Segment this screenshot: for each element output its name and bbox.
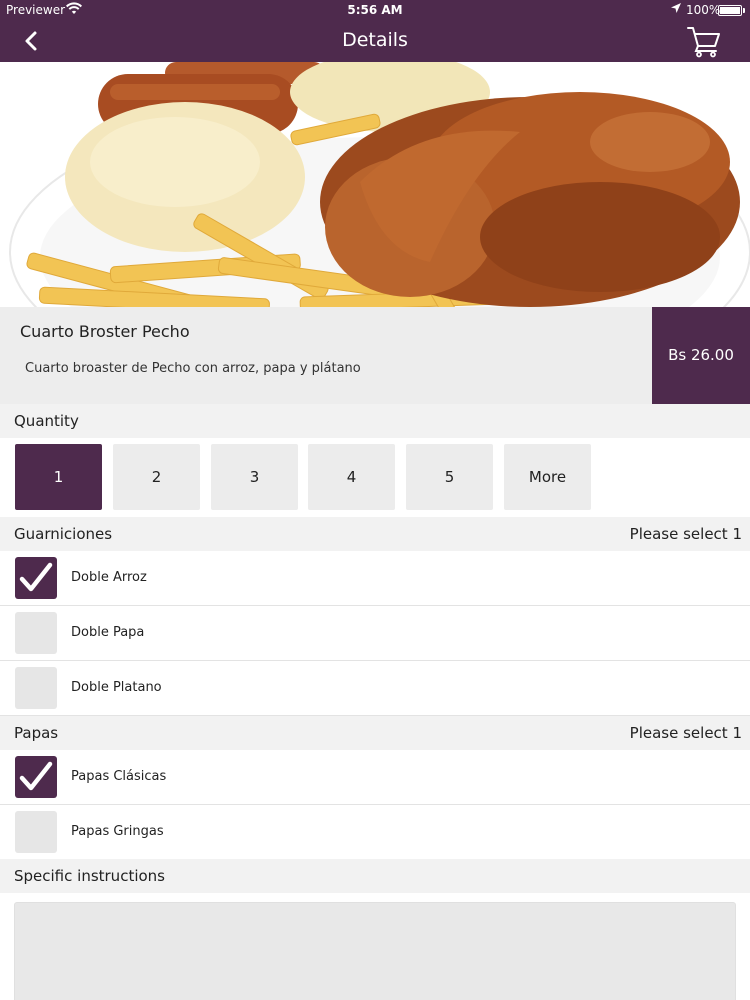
quantity-option-3[interactable]: 3 [211,444,298,510]
location-arrow-icon [670,2,682,17]
option-label: Doble Arroz [71,570,147,585]
battery-percent: 100% [686,3,721,17]
cart-button[interactable] [686,24,722,58]
checkmark-icon [19,562,53,592]
quantity-selector: 1 2 3 4 5 More [0,438,750,516]
nav-bar: Details [0,20,750,62]
cart-icon [687,27,720,58]
instructions-label: Specific instructions [14,867,165,885]
status-bar: Previewer 5:56 AM 100% [0,0,750,20]
product-price: Bs 26.00 [668,346,734,364]
price-badge: Bs 26.00 [652,307,750,404]
page-title: Details [342,29,408,51]
clock: 5:56 AM [347,3,403,17]
checkbox-papas-clasicas[interactable] [15,756,57,798]
option-doble-platano[interactable]: Doble Platano [0,661,750,716]
instructions-input[interactable] [14,902,736,1000]
quantity-option-more[interactable]: More [504,444,591,510]
option-doble-papa[interactable]: Doble Papa [0,606,750,661]
quantity-option-5[interactable]: 5 [406,444,493,510]
product-info: Cuarto Broster Pecho Cuarto broaster de … [0,307,750,404]
option-label: Doble Platano [71,680,162,695]
option-papas-clasicas[interactable]: Papas Clásicas [0,750,750,805]
checkbox-doble-papa[interactable] [15,612,57,654]
option-papas-gringas[interactable]: Papas Gringas [0,805,750,860]
product-image [0,62,750,307]
product-name: Cuarto Broster Pecho [20,322,190,341]
option-label: Papas Clásicas [71,769,167,784]
quantity-label: Quantity [14,412,79,430]
checkbox-doble-platano[interactable] [15,667,57,709]
quantity-option-2[interactable]: 2 [113,444,200,510]
option-label: Papas Gringas [71,824,164,839]
option-label: Doble Papa [71,625,145,640]
guarniciones-hint: Please select 1 [629,525,742,543]
papas-hint: Please select 1 [629,724,742,742]
papas-label: Papas [14,724,59,742]
guarniciones-label: Guarniciones [14,525,113,543]
checkmark-icon [19,761,53,791]
checkbox-doble-arroz[interactable] [15,557,57,599]
papas-header: Papas Please select 1 [0,716,750,750]
instructions-header: Specific instructions [0,859,750,893]
quantity-header: Quantity [0,404,750,438]
battery-tip [743,8,745,13]
product-description: Cuarto broaster de Pecho con arroz, papa… [25,361,361,376]
battery-icon [718,5,742,16]
guarniciones-header: Guarniciones Please select 1 [0,517,750,551]
quantity-option-1[interactable]: 1 [15,444,102,510]
checkbox-papas-gringas[interactable] [15,811,57,853]
quantity-option-4[interactable]: 4 [308,444,395,510]
option-doble-arroz[interactable]: Doble Arroz [0,551,750,606]
